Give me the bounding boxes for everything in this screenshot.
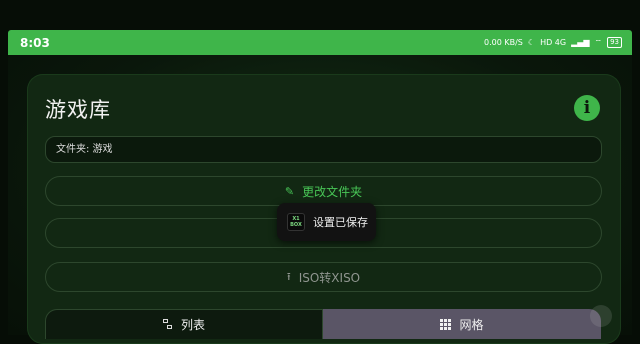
tab-grid-label: 网格 [459,317,484,332]
upload-icon: ⭱ [286,269,291,283]
toast-notification: X1 BOX 设置已保存 [277,203,376,241]
edit-icon: ✎ [284,184,295,198]
tab-list-label: 列表 [180,318,205,332]
app-logo-icon: X1 BOX [287,213,305,231]
cellular-signal-icon: ▂▄▆ [571,38,590,47]
wifi-icon: ⌔ [594,37,603,47]
do-not-disturb-icon: ☾ [527,38,536,47]
list-view-icon [162,319,173,330]
status-bar: 8:03 0.00 KB/S ☾ HD 4G ▂▄▆ ⌔ 93 [8,30,632,55]
grid-view-icon [440,318,452,330]
status-icons: 0.00 KB/S ☾ HD 4G ▂▄▆ ⌔ 93 [484,37,622,48]
toast-message: 设置已保存 [313,216,368,229]
info-icon[interactable]: i [574,95,600,121]
logo-line-2: BOX [290,222,302,228]
status-time: 8:03 [20,35,50,50]
change-folder-label: 更改文件夹 [302,184,363,199]
page-title: 游戏库 [45,98,111,122]
iso-convert-label: ISO转XISO [298,270,361,285]
iso-convert-button[interactable]: ⭱ ISO转XISO [45,262,602,292]
network-speed: 0.00 KB/S [484,38,523,47]
floating-handle[interactable] [590,305,612,327]
signal-label: HD 4G [540,38,567,47]
battery-icon: 93 [607,37,622,48]
folder-field[interactable]: 文件夹: 游戏 [45,136,602,163]
change-folder-button[interactable]: ✎ 更改文件夹 [45,176,602,206]
